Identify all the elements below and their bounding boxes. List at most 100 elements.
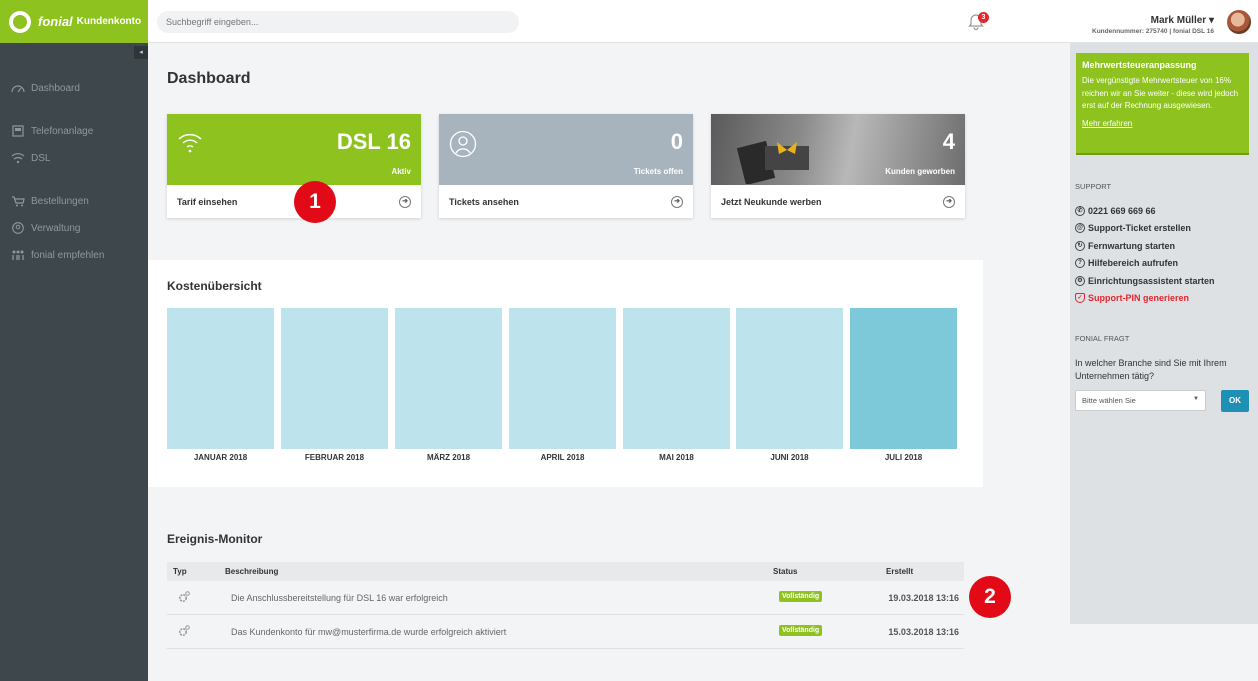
month-label: APRIL 2018 bbox=[540, 453, 585, 462]
card-caption: Tickets offen bbox=[633, 167, 683, 176]
card-referral: 4 Kunden geworben Jetzt Neukunde werben … bbox=[711, 114, 965, 218]
cost-bar[interactable] bbox=[167, 308, 274, 449]
event-description: Das Kundenkonto für mw@musterfirma.de wu… bbox=[231, 627, 507, 637]
arrow-circle-icon: ➔ bbox=[671, 195, 683, 208]
search-input[interactable] bbox=[157, 11, 519, 33]
brand-logo[interactable]: fonial Kundenkonto bbox=[0, 0, 148, 43]
survey-question: In welcher Branche sind Sie mit Ihrem Un… bbox=[1075, 358, 1227, 381]
cost-bar[interactable] bbox=[509, 308, 616, 449]
cart-icon bbox=[10, 195, 25, 207]
notice-title: Mehrwertsteueranpassung bbox=[1082, 60, 1197, 70]
shield-icon: ✓ bbox=[1075, 293, 1085, 303]
setup-wizard-link[interactable]: ⚙ Einrichtungsassistent starten bbox=[1075, 276, 1215, 286]
remote-maintenance-link[interactable]: ↻ Fernwartung starten bbox=[1075, 241, 1175, 251]
user-name: Mark Müller bbox=[1150, 15, 1207, 26]
sidebar-item-label: Telefonanlage bbox=[31, 125, 94, 137]
month-label: FEBRUAR 2018 bbox=[304, 453, 365, 462]
month-label: JANUAR 2018 bbox=[193, 453, 248, 462]
events-table-header: Typ Beschreibung Status Erstellt bbox=[167, 562, 964, 581]
column-status: Status bbox=[773, 567, 798, 576]
wifi-icon bbox=[178, 133, 202, 153]
column-description: Beschreibung bbox=[225, 567, 279, 576]
user-circle-icon bbox=[10, 222, 25, 234]
cost-title: Kostenübersicht bbox=[167, 279, 262, 293]
status-badge: Vollständig bbox=[779, 625, 823, 636]
sidebar-item-verwaltung[interactable]: Verwaltung bbox=[10, 222, 80, 234]
user-meta: Kundennummer: 275740 | fonial DSL 16 bbox=[1092, 28, 1214, 35]
cost-bar[interactable] bbox=[736, 308, 843, 449]
support-label: Hilfebereich aufrufen bbox=[1088, 258, 1179, 268]
sidebar-item-dsl[interactable]: DSL bbox=[10, 152, 50, 164]
month-label: JULI 2018 bbox=[884, 453, 923, 462]
people-icon bbox=[10, 249, 25, 261]
speedometer-icon bbox=[10, 82, 25, 94]
notification-badge: 3 bbox=[978, 12, 989, 23]
brand-sub: Kundenkonto bbox=[76, 16, 142, 27]
card-tickets-header: 0 Tickets offen bbox=[439, 114, 693, 185]
mehr-erfahren-link[interactable]: Mehr erfahren bbox=[1082, 119, 1132, 128]
sidebar-item-fonial-empfehlen[interactable]: fonial empfehlen bbox=[10, 249, 104, 261]
top-bar: fonial Kundenkonto 3 Mark Müller ▾ Kunde… bbox=[0, 0, 1258, 43]
neukunde-werben-link[interactable]: Jetzt Neukunde werben ➔ bbox=[711, 185, 965, 218]
gift-photo-image bbox=[736, 140, 809, 184]
user-menu[interactable]: Mark Müller ▾ Kundennummer: 275740 | fon… bbox=[1092, 15, 1214, 35]
user-circle-icon bbox=[449, 130, 477, 158]
card-value: 4 bbox=[942, 129, 955, 154]
sidebar-collapse-button[interactable]: ◂ bbox=[134, 46, 148, 59]
phone-icon: ✆ bbox=[1075, 206, 1085, 216]
industry-select[interactable]: Bitte wählen Sie ▼ bbox=[1075, 390, 1206, 411]
phone-system-icon bbox=[10, 125, 25, 137]
month-label: MAI 2018 bbox=[659, 453, 694, 462]
marker-2: 2 bbox=[969, 576, 1011, 618]
sidebar-item-label: Dashboard bbox=[31, 82, 80, 94]
gear-icon bbox=[178, 625, 190, 637]
caret-down-icon: ▼ bbox=[1193, 396, 1199, 402]
card-tickets: 0 Tickets offen Tickets ansehen ➔ bbox=[439, 114, 693, 218]
sidebar-item-bestellungen[interactable]: Bestellungen bbox=[10, 195, 89, 207]
support-label: Support-Ticket erstellen bbox=[1088, 223, 1191, 233]
gear-icon bbox=[178, 591, 190, 603]
sidebar-item-dashboard[interactable]: Dashboard bbox=[10, 82, 80, 94]
support-heading: SUPPORT bbox=[1075, 182, 1112, 191]
sidebar bbox=[0, 43, 148, 681]
help-icon: ? bbox=[1075, 258, 1085, 268]
cost-bar-active[interactable] bbox=[850, 308, 957, 449]
sidebar-item-label: DSL bbox=[31, 152, 51, 164]
support-ticket-link[interactable]: @ Support-Ticket erstellen bbox=[1075, 223, 1191, 233]
ticket-icon: @ bbox=[1075, 223, 1085, 233]
sidebar-item-telefonanlage[interactable]: Telefonanlage bbox=[10, 125, 93, 137]
month-label: JUNI 2018 bbox=[770, 453, 809, 462]
table-row[interactable]: Die Anschlussbereitstellung für DSL 16 w… bbox=[167, 581, 964, 615]
events-title: Ereignis-Monitor bbox=[167, 532, 263, 546]
month-label: MÄRZ 2018 bbox=[426, 453, 471, 462]
select-value: Bitte wählen Sie bbox=[1082, 396, 1136, 405]
support-pin-link[interactable]: ✓ Support-PIN generieren bbox=[1075, 293, 1189, 303]
card-tarif-header: DSL 16 Aktiv bbox=[167, 114, 421, 185]
event-date: 19.03.2018 13:16 bbox=[888, 593, 959, 603]
ok-button[interactable]: OK bbox=[1221, 390, 1249, 412]
cost-bar[interactable] bbox=[623, 308, 730, 449]
brand-name: fonial bbox=[38, 14, 73, 29]
sidebar-item-label: Verwaltung bbox=[31, 222, 81, 234]
avatar[interactable] bbox=[1227, 10, 1251, 34]
card-referral-header: 4 Kunden geworben bbox=[711, 114, 965, 185]
status-badge: Vollständig bbox=[779, 591, 823, 602]
card-link-label: Tickets ansehen bbox=[449, 196, 519, 207]
event-description: Die Anschlussbereitstellung für DSL 16 w… bbox=[231, 593, 448, 603]
sidebar-item-label: Bestellungen bbox=[31, 195, 89, 207]
cost-bar[interactable] bbox=[281, 308, 388, 449]
arrow-circle-icon: ➔ bbox=[943, 195, 955, 208]
wrench-icon: ⚙ bbox=[1075, 276, 1085, 286]
help-link[interactable]: ? Hilfebereich aufrufen bbox=[1075, 258, 1178, 268]
event-date: 15.03.2018 13:16 bbox=[888, 627, 959, 637]
support-label: Support-PIN generieren bbox=[1088, 293, 1190, 303]
marker-1: 1 bbox=[294, 181, 336, 223]
cost-bar[interactable] bbox=[395, 308, 502, 449]
support-phone[interactable]: ✆ 0221 669 669 66 bbox=[1075, 206, 1156, 216]
remote-icon: ↻ bbox=[1075, 241, 1085, 251]
support-label: Fernwartung starten bbox=[1088, 241, 1176, 251]
column-type: Typ bbox=[173, 567, 187, 576]
column-created: Erstellt bbox=[886, 567, 914, 576]
tickets-ansehen-link[interactable]: Tickets ansehen ➔ bbox=[439, 185, 693, 218]
table-row[interactable]: Das Kundenkonto für mw@musterfirma.de wu… bbox=[167, 615, 964, 649]
